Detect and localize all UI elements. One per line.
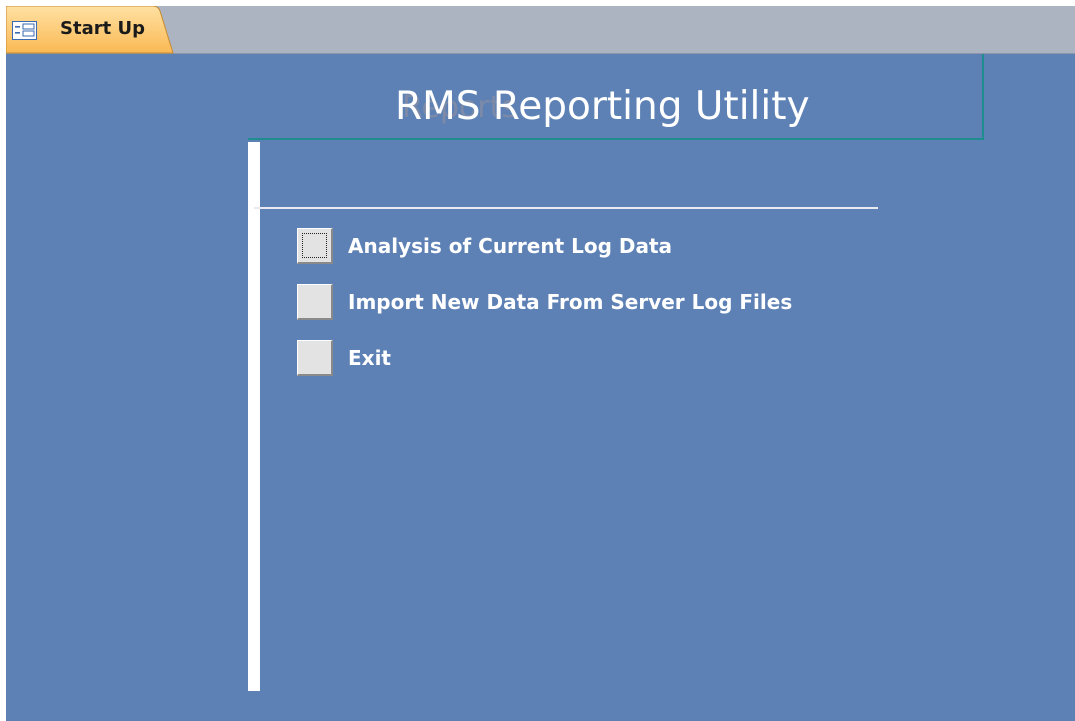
analysis-label[interactable]: Analysis of Current Log Data bbox=[348, 234, 672, 258]
access-window: Start Up Reports RMS Reporting Utility A… bbox=[0, 0, 1075, 721]
menu-item-import[interactable]: Import New Data From Server Log Files bbox=[297, 284, 877, 320]
menu-item-exit[interactable]: Exit bbox=[297, 340, 877, 376]
document-tab-strip: Start Up bbox=[6, 6, 1075, 54]
exit-button[interactable] bbox=[297, 340, 333, 376]
menu-item-analysis[interactable]: Analysis of Current Log Data bbox=[297, 228, 877, 264]
tab-start-up[interactable]: Start Up bbox=[6, 6, 174, 54]
form-title: RMS Reporting Utility bbox=[395, 84, 810, 129]
exit-label[interactable]: Exit bbox=[348, 346, 391, 370]
form-icon bbox=[12, 21, 37, 40]
tab-label: Start Up bbox=[60, 18, 145, 39]
menu-divider bbox=[254, 207, 878, 209]
import-label[interactable]: Import New Data From Server Log Files bbox=[348, 290, 792, 314]
import-button[interactable] bbox=[297, 284, 333, 320]
left-accent-bar bbox=[248, 142, 260, 691]
analysis-button[interactable] bbox=[297, 228, 333, 264]
startup-form: Reports RMS Reporting Utility Analysis o… bbox=[6, 54, 1075, 721]
